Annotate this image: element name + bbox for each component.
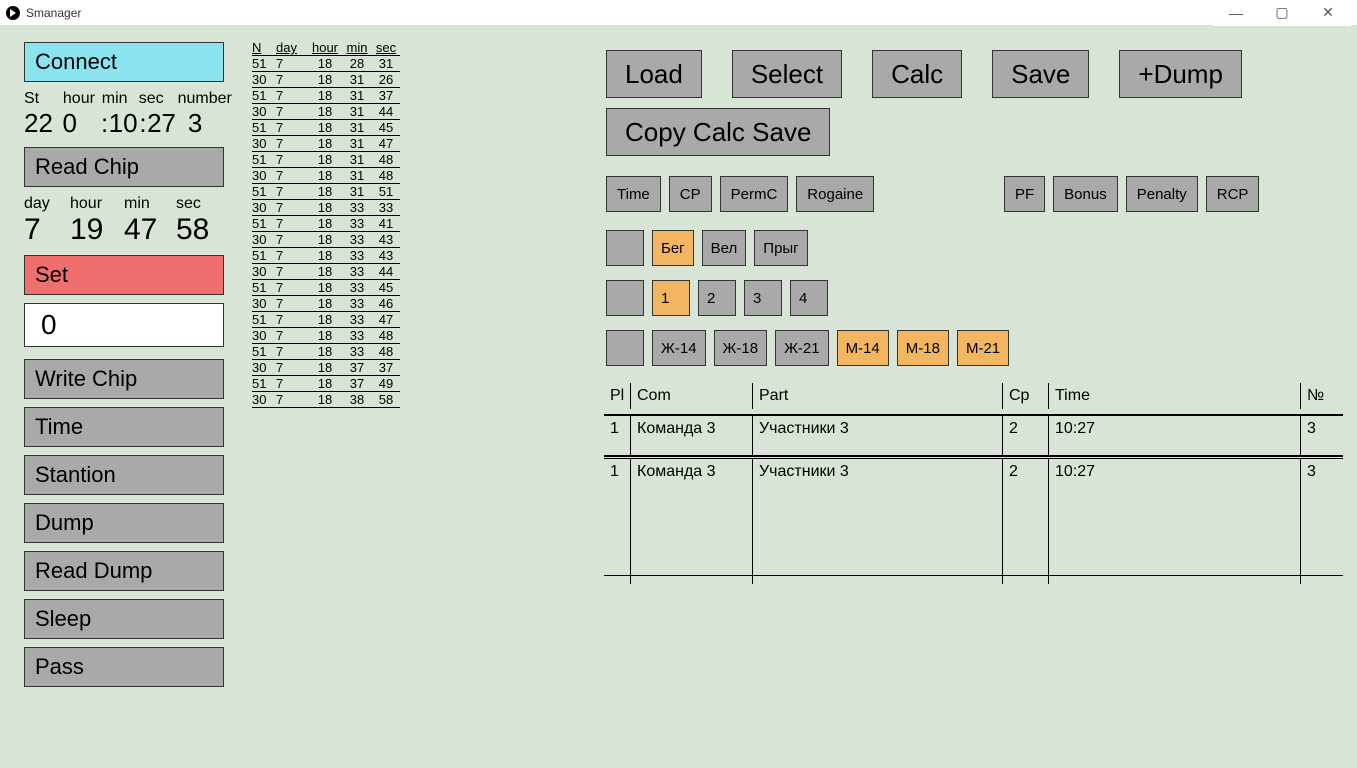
log-row: 517183151	[252, 184, 400, 200]
log-row: 517183343	[252, 248, 400, 264]
log-row: 307183348	[252, 328, 400, 344]
select-button[interactable]: Select	[732, 50, 842, 98]
number-input[interactable]	[24, 303, 224, 347]
clock-labels: day hour min sec	[24, 195, 234, 213]
log-row: 307183737	[252, 360, 400, 376]
minimize-button[interactable]: —	[1213, 0, 1259, 26]
log-row: 517183137	[252, 88, 400, 104]
connect-button[interactable]: Connect	[24, 42, 224, 82]
plus-dump-button[interactable]: +Dump	[1119, 50, 1242, 98]
app-icon	[6, 6, 20, 20]
result-row[interactable]: 1Команда 3Участники 3210:273	[604, 416, 1343, 456]
pass-button[interactable]: Pass	[24, 647, 224, 687]
sport-vel[interactable]: Вел	[702, 230, 747, 266]
sport-beg[interactable]: Бег	[652, 230, 694, 266]
num-none[interactable]	[606, 280, 644, 316]
cat-none[interactable]	[606, 330, 644, 366]
log-row: 517183749	[252, 376, 400, 392]
cat-z18[interactable]: Ж-18	[714, 330, 768, 366]
num-2[interactable]: 2	[698, 280, 736, 316]
log-row: 307183333	[252, 200, 400, 216]
status-labels: St hour min sec number	[24, 90, 234, 108]
window-title: Smanager	[26, 6, 81, 20]
stantion-button[interactable]: Stantion	[24, 455, 224, 495]
log-row: 517183348	[252, 344, 400, 360]
sport-none[interactable]	[606, 230, 644, 266]
col-no: №	[1300, 383, 1343, 409]
cat-m14[interactable]: М-14	[837, 330, 889, 366]
log-row: 517182831	[252, 56, 400, 72]
col-time: Time	[1048, 383, 1300, 409]
num-3[interactable]: 3	[744, 280, 782, 316]
log-row: 307183858	[252, 392, 400, 408]
cat-z21[interactable]: Ж-21	[775, 330, 829, 366]
close-button[interactable]: ✕	[1305, 0, 1351, 26]
sleep-button[interactable]: Sleep	[24, 599, 224, 639]
pf-filter[interactable]: PF	[1004, 176, 1045, 212]
load-button[interactable]: Load	[606, 50, 702, 98]
save-button[interactable]: Save	[992, 50, 1089, 98]
penalty-filter[interactable]: Penalty	[1126, 176, 1198, 212]
permc-filter[interactable]: PermC	[720, 176, 789, 212]
dump-button[interactable]: Dump	[24, 503, 224, 543]
col-pl: Pl	[604, 383, 630, 409]
log-row: 307183343	[252, 232, 400, 248]
cat-m18[interactable]: М-18	[897, 330, 949, 366]
rogaine-filter[interactable]: Rogaine	[796, 176, 874, 212]
result-row[interactable]: 1Команда 3Участники 3210:273	[604, 456, 1343, 576]
log-table: N day hour min sec 517182831307183126517…	[252, 40, 400, 408]
log-row: 307183144	[252, 104, 400, 120]
log-row: 307183126	[252, 72, 400, 88]
cp-filter[interactable]: CP	[669, 176, 712, 212]
log-row: 517183145	[252, 120, 400, 136]
log-row: 517183345	[252, 280, 400, 296]
log-row: 517183341	[252, 216, 400, 232]
time-filter[interactable]: Time	[606, 176, 661, 212]
log-row: 517183347	[252, 312, 400, 328]
copy-calc-save-button[interactable]: Copy Calc Save	[606, 108, 830, 156]
read-chip-button[interactable]: Read Chip	[24, 147, 224, 187]
col-cp: Cp	[1002, 383, 1048, 409]
cat-z14[interactable]: Ж-14	[652, 330, 706, 366]
log-row: 307183344	[252, 264, 400, 280]
sport-pryg[interactable]: Прыг	[754, 230, 807, 266]
result-table: Pl Com Part Cp Time № 1Команда 3Участник…	[604, 378, 1343, 754]
col-part: Part	[752, 383, 1002, 409]
time-button[interactable]: Time	[24, 407, 224, 447]
maximize-button[interactable]: ▢	[1259, 0, 1305, 26]
log-row: 307183346	[252, 296, 400, 312]
cat-m21[interactable]: М-21	[957, 330, 1009, 366]
num-4[interactable]: 4	[790, 280, 828, 316]
status-values: 22 0 : 10 : 27 3	[24, 108, 234, 139]
num-1[interactable]: 1	[652, 280, 690, 316]
col-com: Com	[630, 383, 752, 409]
log-row: 517183148	[252, 152, 400, 168]
clock-values: 7 19 47 58	[24, 213, 234, 247]
log-row: 307183148	[252, 168, 400, 184]
read-dump-button[interactable]: Read Dump	[24, 551, 224, 591]
titlebar: Smanager — ▢ ✕	[0, 0, 1357, 26]
rcp-filter[interactable]: RCP	[1206, 176, 1260, 212]
set-button[interactable]: Set	[24, 255, 224, 295]
bonus-filter[interactable]: Bonus	[1053, 176, 1118, 212]
write-chip-button[interactable]: Write Chip	[24, 359, 224, 399]
log-row: 307183147	[252, 136, 400, 152]
calc-button[interactable]: Calc	[872, 50, 962, 98]
